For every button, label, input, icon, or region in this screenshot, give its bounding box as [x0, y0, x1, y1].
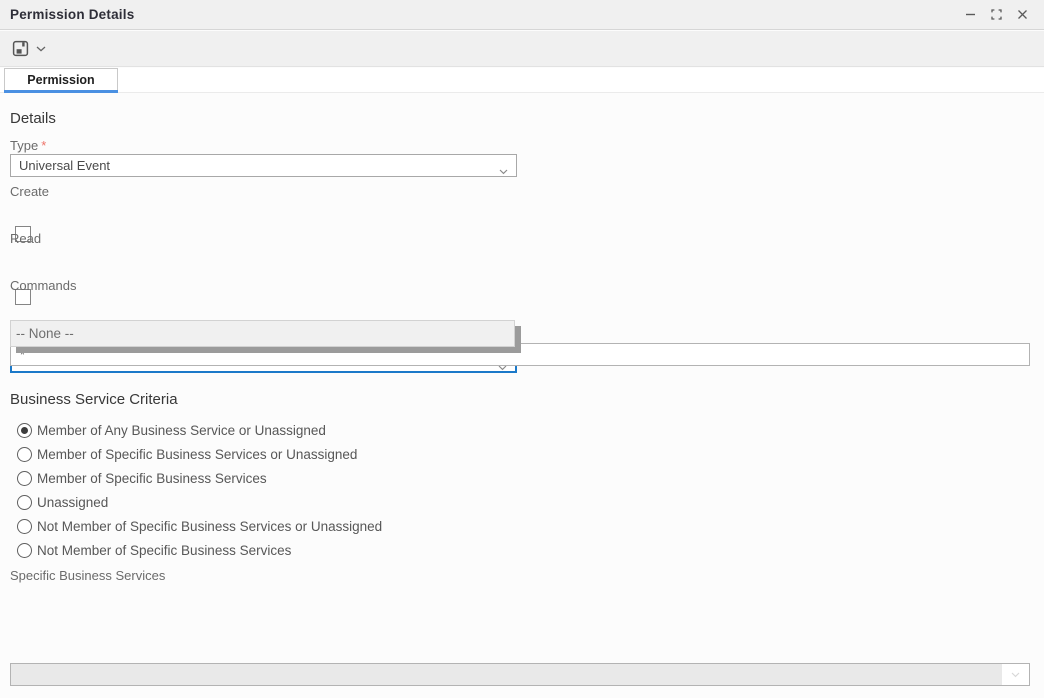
radio-button[interactable]	[17, 519, 32, 534]
radio-option-row: Member of Specific Business Services or …	[17, 446, 357, 463]
radio-label: Member of Any Business Service or Unassi…	[37, 423, 326, 438]
radio-button[interactable]	[17, 471, 32, 486]
close-button[interactable]	[1009, 3, 1035, 27]
type-label: Type	[10, 138, 38, 153]
radio-button[interactable]	[17, 447, 32, 462]
radio-option-row: Not Member of Specific Business Services…	[17, 518, 382, 535]
create-label: Create	[10, 184, 49, 199]
maximize-button[interactable]	[983, 3, 1009, 27]
title-bar: Permission Details	[0, 0, 1044, 30]
radio-label: Not Member of Specific Business Services…	[37, 519, 382, 534]
chevron-down-icon	[36, 46, 46, 52]
disabled-picker-button	[1002, 664, 1029, 685]
specific-business-services-field	[10, 663, 1030, 686]
dropdown-option-none[interactable]: -- None --	[11, 321, 514, 346]
radio-option-row: Unassigned	[17, 494, 108, 511]
specific-business-services-label: Specific Business Services	[10, 568, 165, 583]
details-heading: Details	[10, 110, 56, 127]
radio-option-row: Member of Specific Business Services	[17, 470, 267, 487]
minimize-icon	[965, 9, 976, 20]
radio-button[interactable]	[17, 495, 32, 510]
radio-option-row: Not Member of Specific Business Services	[17, 542, 291, 559]
radio-option-row: Member of Any Business Service or Unassi…	[17, 422, 326, 439]
permission-details-window: Permission Details Perm	[0, 0, 1044, 698]
tab-active-underline	[4, 90, 118, 93]
chevron-down-icon	[499, 163, 508, 178]
radio-button[interactable]	[17, 423, 32, 438]
required-asterisk: *	[41, 138, 46, 153]
tab-bar: Permission	[0, 68, 1044, 93]
radio-label: Member of Specific Business Services	[37, 471, 267, 486]
tab-permission[interactable]: Permission	[4, 68, 118, 90]
minimize-button[interactable]	[957, 3, 983, 27]
maximize-icon	[991, 9, 1002, 20]
radio-label: Unassigned	[37, 495, 108, 510]
commands-dropdown-panel: -- None --	[10, 320, 515, 347]
save-icon	[12, 40, 29, 57]
save-button[interactable]	[9, 36, 49, 62]
window-title: Permission Details	[10, 7, 134, 22]
chevron-down-icon	[1011, 672, 1020, 678]
window-controls	[957, 3, 1044, 27]
toolbar	[0, 31, 1044, 67]
radio-label: Not Member of Specific Business Services	[37, 543, 291, 558]
type-select[interactable]: Universal Event	[10, 154, 517, 177]
type-select-value: Universal Event	[19, 158, 110, 173]
save-menu-button[interactable]	[36, 46, 46, 52]
form-content: Details Type* Universal Event Create Rea…	[0, 94, 1044, 698]
close-icon	[1017, 9, 1028, 20]
read-label: Read	[10, 231, 41, 246]
radio-label: Member of Specific Business Services or …	[37, 447, 357, 462]
commands-label: Commands	[10, 278, 76, 293]
business-service-criteria-heading: Business Service Criteria	[10, 391, 178, 408]
type-label-row: Type*	[10, 137, 46, 155]
radio-button[interactable]	[17, 543, 32, 558]
